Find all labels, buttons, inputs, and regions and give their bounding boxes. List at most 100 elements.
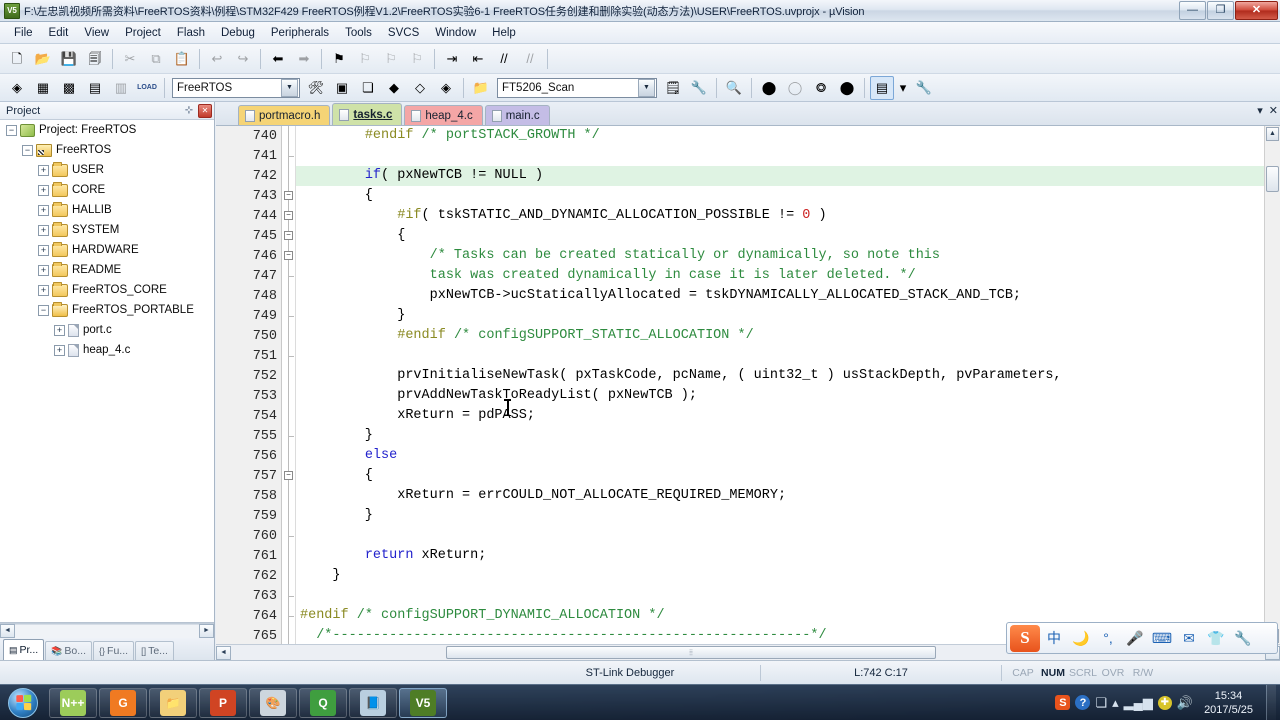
pack-installer-icon[interactable]: ◇ — [408, 76, 432, 100]
fold-collapse-icon[interactable]: − — [284, 471, 293, 480]
open-file-icon[interactable]: 📂 — [31, 47, 55, 71]
panel-tab-project[interactable]: ▤ Pr... — [3, 639, 45, 660]
project-window-dropdown-icon[interactable]: ▾ — [896, 76, 910, 100]
tray-network-flyout-icon[interactable]: ❏ — [1095, 695, 1107, 711]
code-line[interactable] — [296, 146, 1280, 166]
expand-toggle-icon[interactable]: + — [38, 184, 49, 196]
scroll-left-arrow-icon[interactable]: ◄ — [0, 624, 15, 638]
manage-project-items-icon[interactable]: ▣ — [330, 76, 354, 100]
close-document-icon[interactable]: ✕ — [1269, 104, 1278, 117]
ime-skin-icon[interactable]: 👕 — [1203, 625, 1229, 651]
editor-tab-tasks-c[interactable]: tasks.c — [332, 103, 403, 125]
taskbar-app-qq[interactable]: Q — [299, 687, 347, 718]
paste-icon[interactable]: 📋 — [170, 47, 194, 71]
code-line[interactable]: { — [296, 466, 1280, 486]
menu-item-svcs[interactable]: SVCS — [380, 24, 427, 42]
tree-node-target-freertos[interactable]: − FreeRTOS — [0, 140, 214, 160]
taskbar-app-notes[interactable]: 📘 — [349, 687, 397, 718]
menu-item-view[interactable]: View — [76, 24, 117, 42]
taskbar-app-paint[interactable]: 🎨 — [249, 687, 297, 718]
fold-collapse-icon[interactable]: − — [284, 251, 293, 260]
ime-punctuation-icon[interactable]: °, — [1095, 625, 1121, 651]
disable-breakpoint-icon[interactable]: ⭗ — [809, 76, 833, 100]
vertical-scroll-thumb[interactable] — [1266, 166, 1279, 192]
tree-node-project-root[interactable]: − Project: FreeRTOS — [0, 120, 214, 140]
expand-toggle-icon[interactable]: + — [38, 204, 49, 216]
code-line[interactable] — [296, 526, 1280, 546]
batch-build-icon[interactable]: ▤ — [83, 76, 107, 100]
minimize-button[interactable]: — — [1179, 0, 1206, 20]
panel-tab-books[interactable]: 📚 Bo... — [45, 641, 93, 660]
horizontal-scroll-thumb[interactable]: ⦙⦙ — [446, 646, 936, 659]
tree-node-group-system[interactable]: + SYSTEM — [0, 220, 214, 240]
taskbar-app-explorer[interactable]: 📁 — [149, 687, 197, 718]
close-window-button[interactable]: ✕ — [1235, 0, 1278, 20]
panel-tab-templates[interactable]: [] Te... — [135, 641, 174, 660]
tree-node-file-port-c[interactable]: + port.c — [0, 320, 214, 340]
fold-collapse-icon[interactable]: − — [284, 211, 293, 220]
download-icon[interactable]: LOAD — [135, 76, 159, 100]
save-icon[interactable]: 💾 — [57, 47, 81, 71]
find-in-files-icon[interactable]: 🔍 — [722, 76, 746, 100]
tree-node-group-user[interactable]: + USER — [0, 160, 214, 180]
bookmark-toggle-icon[interactable]: ⚑ — [327, 47, 351, 71]
code-line[interactable]: { — [296, 226, 1280, 246]
code-line[interactable]: pxNewTCB->ucStaticallyAllocated = tskDYN… — [296, 286, 1280, 306]
tree-node-group-readme[interactable]: + README — [0, 260, 214, 280]
code-line[interactable]: #endif /* configSUPPORT_STATIC_ALLOCATIO… — [296, 326, 1280, 346]
tray-sogou-icon[interactable]: S — [1055, 695, 1071, 710]
chevron-down-icon[interactable]: ▼ — [281, 78, 298, 97]
target-selector[interactable]: FreeRTOS ▼ — [172, 77, 300, 98]
menu-item-help[interactable]: Help — [484, 24, 524, 42]
outdent-icon[interactable]: ⇤ — [466, 47, 490, 71]
configure-icon[interactable]: 🔧 — [912, 76, 936, 100]
expand-toggle-icon[interactable]: + — [38, 264, 49, 276]
panel-tab-functions[interactable]: {} Fu... — [93, 641, 135, 660]
tree-node-group-freertos-portable[interactable]: − FreeRTOS_PORTABLE — [0, 300, 214, 320]
collapse-toggle-icon[interactable]: − — [6, 124, 17, 136]
code-line[interactable]: xReturn = pdPASS; — [296, 406, 1280, 426]
expand-toggle-icon[interactable]: + — [38, 224, 49, 236]
tree-node-group-freertos-core[interactable]: + FreeRTOS_CORE — [0, 280, 214, 300]
target-options-icon[interactable]: 🛠 — [304, 76, 328, 100]
tray-network-signal-icon[interactable]: ▂▄▆ — [1124, 695, 1153, 711]
fold-collapse-icon[interactable]: − — [284, 231, 293, 240]
code-text-area[interactable]: #endif /* portSTACK_GROWTH */ if( pxNewT… — [296, 126, 1280, 644]
taskbar-app-uvision[interactable]: V5 — [399, 687, 447, 718]
sogou-logo-icon[interactable]: S — [1010, 624, 1040, 652]
fold-collapse-icon[interactable]: − — [284, 191, 293, 200]
indent-icon[interactable]: ⇥ — [440, 47, 464, 71]
configure-packs-icon[interactable]: ◆ — [382, 76, 406, 100]
code-folding-margin[interactable]: − − − − − — [282, 126, 296, 644]
tree-node-group-hardware[interactable]: + HARDWARE — [0, 240, 214, 260]
menu-item-tools[interactable]: Tools — [337, 24, 380, 42]
code-line[interactable]: } — [296, 566, 1280, 586]
ime-voice-input-icon[interactable]: 🎤 — [1122, 625, 1148, 651]
code-line[interactable]: xReturn = errCOULD_NOT_ALLOCATE_REQUIRED… — [296, 486, 1280, 506]
code-line[interactable]: } — [296, 426, 1280, 446]
rebuild-icon[interactable]: ▩ — [57, 76, 81, 100]
menu-item-debug[interactable]: Debug — [213, 24, 263, 42]
code-line[interactable]: prvInitialiseNewTask( pxTaskCode, pcName… — [296, 366, 1280, 386]
open-window-icon[interactable]: 🗒 — [661, 76, 685, 100]
menu-item-edit[interactable]: Edit — [41, 24, 77, 42]
ime-halfwidth-icon[interactable]: 🌙 — [1068, 625, 1094, 651]
code-line[interactable]: /* Tasks can be created statically or dy… — [296, 246, 1280, 266]
expand-toggle-icon[interactable]: + — [38, 284, 49, 296]
menu-item-window[interactable]: Window — [427, 24, 484, 42]
hscroll-left-arrow-icon[interactable]: ◄ — [216, 645, 231, 660]
code-line[interactable]: } — [296, 306, 1280, 326]
save-all-icon[interactable]: 🗐 — [83, 47, 107, 71]
function-selector[interactable]: FT5206_Scan ▼ — [497, 77, 657, 98]
tray-help-icon[interactable]: ? — [1075, 695, 1091, 710]
new-file-icon[interactable]: 🗋 — [5, 47, 29, 71]
maximize-restore-button[interactable]: ❐ — [1207, 0, 1234, 20]
editor-tab-portmacro-h[interactable]: portmacro.h — [238, 105, 331, 125]
project-tree[interactable]: − Project: FreeRTOS − FreeRTOS + USER + CORE + HA… — [0, 120, 214, 623]
tree-node-group-core[interactable]: + CORE — [0, 180, 214, 200]
insert-breakpoint-icon[interactable]: ⬤ — [757, 76, 781, 100]
code-line[interactable]: else — [296, 446, 1280, 466]
collapse-toggle-icon[interactable]: − — [22, 144, 33, 156]
menu-item-file[interactable]: File — [6, 24, 41, 42]
ime-inbox-icon[interactable]: ✉ — [1176, 625, 1202, 651]
